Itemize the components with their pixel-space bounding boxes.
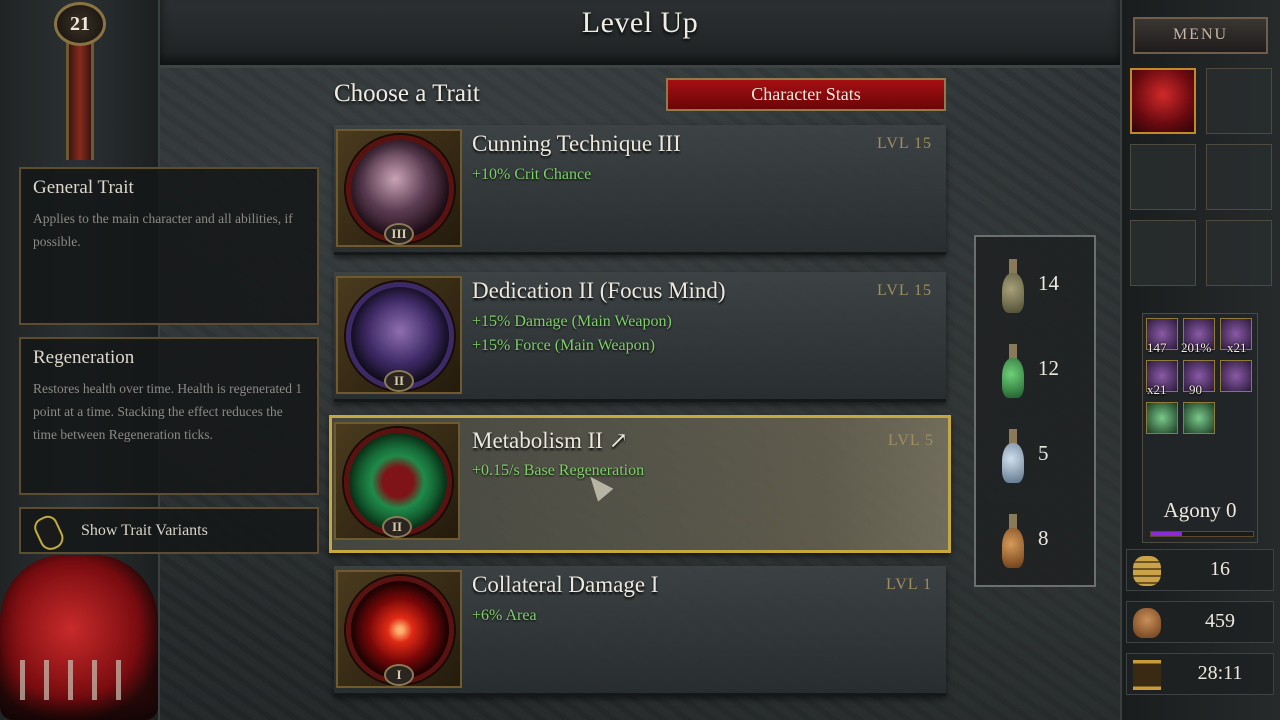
agony-bar [1150,531,1254,537]
trait-detail-title: Regeneration [33,347,135,368]
mouse-icon [33,514,63,548]
potion-count: 5 [1038,441,1049,465]
equipment-slot[interactable] [1130,144,1196,210]
page-title: Level Up [581,6,699,39]
trait-card-metabolism[interactable]: II Metabolism II ↗ LVL 5 +0.15/s Base Re… [329,415,951,553]
gold-value: 16 [1210,558,1230,580]
relic-count: x21 [1227,340,1247,355]
level-pillar [66,40,94,160]
agony-bar-fill [1151,532,1182,536]
trait-level: LVL 15 [876,135,932,152]
green-potion-icon [1002,344,1024,398]
trait-level: LVL 5 [887,432,934,449]
potion-slot[interactable]: 14 [998,257,1068,317]
relic-item[interactable] [1183,402,1215,434]
trait-effect: +15% Damage (Main Weapon) [472,313,672,330]
relic-count: 90 [1189,382,1202,397]
trait-effect: +10% Crit Chance [472,166,592,183]
blue-potion-icon [1002,429,1024,483]
trait-effect: +6% Area [472,607,537,624]
potion-inventory: 14 12 5 8 [974,235,1096,587]
trait-rank-badge: II [382,516,412,538]
relic-count: x21 [1147,382,1167,397]
relic-count: 147 [1147,340,1167,355]
trait-detail-box: Regeneration Restores health over time. … [19,337,319,495]
trait-name: Cunning Technique III [472,131,681,156]
menu-button[interactable]: MENU [1133,17,1268,54]
equipment-slot[interactable] [1206,68,1272,134]
general-trait-box: General Trait Applies to the main charac… [19,167,319,325]
flask-icon [1002,259,1024,313]
kill-counter: 459 [1126,601,1274,643]
coin-stack-icon [1133,556,1161,586]
skull-icon [1133,608,1161,638]
trait-rank-badge: I [384,664,414,686]
trait-rank-badge: III [384,223,414,245]
relic-item[interactable] [1220,360,1252,392]
trait-name: Collateral Damage I [472,572,659,597]
trait-card-cunning-technique[interactable]: III Cunning Technique III LVL 15 +10% Cr… [334,125,946,255]
equipment-slot[interactable] [1206,144,1272,210]
equipment-slot[interactable] [1130,220,1196,286]
potion-count: 8 [1038,526,1049,550]
timer-value: 28:11 [1197,662,1243,684]
orange-potion-icon [1002,514,1024,568]
character-level-badge: 21 [54,2,106,46]
relic-item[interactable] [1146,402,1178,434]
potion-slot[interactable]: 8 [998,512,1068,572]
kill-value: 459 [1205,610,1235,632]
show-trait-variants-button[interactable]: Show Trait Variants [19,507,319,554]
timer: 28:11 [1126,653,1274,695]
trait-name: Metabolism II ↗ [472,428,628,453]
trait-rank-badge: II [384,370,414,392]
trait-card-collateral-damage[interactable]: I Collateral Damage I LVL 1 +6% Area [334,566,946,696]
show-trait-variants-label: Show Trait Variants [81,521,208,539]
general-trait-text: Applies to the main character and all ab… [33,211,293,249]
trait-name: Dedication II (Focus Mind) [472,278,726,303]
potion-slot[interactable]: 12 [998,342,1068,402]
gold-counter: 16 [1126,549,1274,591]
potion-count: 12 [1038,356,1059,380]
equipment-slot-weapon[interactable] [1130,68,1196,134]
potion-slot[interactable]: 5 [998,427,1068,487]
trait-level: LVL 15 [876,282,932,299]
trait-card-dedication[interactable]: II Dedication II (Focus Mind) LVL 15 +15… [334,272,946,402]
trait-detail-text: Restores health over time. Health is reg… [33,381,303,442]
character-stats-button[interactable]: Character Stats [666,78,946,111]
relic-count: 201% [1181,340,1212,355]
trait-effect: +15% Force (Main Weapon) [472,337,655,354]
trait-level: LVL 1 [885,576,932,593]
agony-label: Agony 0 [1163,498,1237,522]
general-trait-title: General Trait [33,177,134,198]
potion-count: 14 [1038,271,1059,295]
trait-effect: +0.15/s Base Regeneration [472,462,645,479]
orb-claw [20,660,140,700]
hourglass-icon [1133,660,1161,690]
choose-trait-heading: Choose a Trait [334,80,480,107]
equipment-slot[interactable] [1206,220,1272,286]
